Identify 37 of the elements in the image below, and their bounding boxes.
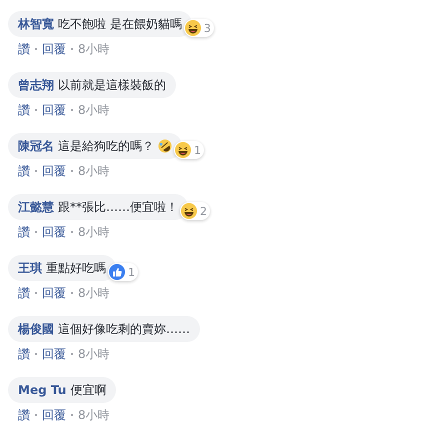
- action-link[interactable]: 讚: [18, 102, 30, 118]
- reaction-count: 1: [194, 144, 201, 156]
- comment-text: 這是給狗吃的嗎？: [58, 138, 154, 154]
- author-name[interactable]: 曾志翔: [18, 77, 54, 93]
- action-link[interactable]: 讚: [18, 41, 30, 57]
- action-link[interactable]: 讚: [18, 285, 30, 301]
- comment-text: 重點好吃嗎: [46, 260, 106, 276]
- action-link[interactable]: 讚: [18, 407, 30, 423]
- action-link[interactable]: 讚: [18, 346, 30, 362]
- laughing-emoji-icon: [181, 203, 197, 219]
- reaction-count: 3: [204, 22, 211, 34]
- action-link[interactable]: 回覆: [42, 285, 66, 301]
- comment-text: 跟**張比……便宜啦！: [58, 199, 178, 215]
- author-name[interactable]: Meg Tu: [18, 382, 66, 398]
- reaction-count: 2: [200, 204, 207, 218]
- author-name[interactable]: 陳冠名: [18, 138, 54, 154]
- laughing-emoji-icon: [175, 142, 191, 158]
- comment-text: 便宜啊: [70, 382, 106, 398]
- laughing-emoji-icon: [184, 20, 201, 36]
- action-link[interactable]: 回覆: [42, 407, 66, 423]
- comment-text: 這個好像吃剩的賣妳……: [58, 321, 190, 337]
- comment-text: 吃不飽啦 是在餵奶貓嗎: [58, 16, 182, 32]
- action-link[interactable]: 回覆: [42, 224, 66, 240]
- action-link[interactable]: 讚: [18, 224, 30, 240]
- action-link[interactable]: 回覆: [42, 102, 66, 118]
- author-name[interactable]: 王琪: [18, 260, 42, 276]
- author-name[interactable]: 林智寬: [18, 16, 54, 32]
- reaction-count: 1: [128, 266, 135, 278]
- thumbs-up-icon: [109, 264, 125, 280]
- comment-text: 以前就是這樣裝飯的: [58, 77, 166, 93]
- author-name[interactable]: 楊俊國: [18, 321, 54, 337]
- action-link[interactable]: 回覆: [42, 163, 66, 179]
- action-link[interactable]: 回覆: [42, 346, 66, 362]
- rolling-laughing-emoji-icon: [158, 139, 172, 153]
- author-name[interactable]: 江懿慧: [18, 199, 54, 215]
- action-link[interactable]: 回覆: [42, 41, 66, 57]
- action-link[interactable]: 讚: [18, 163, 30, 179]
